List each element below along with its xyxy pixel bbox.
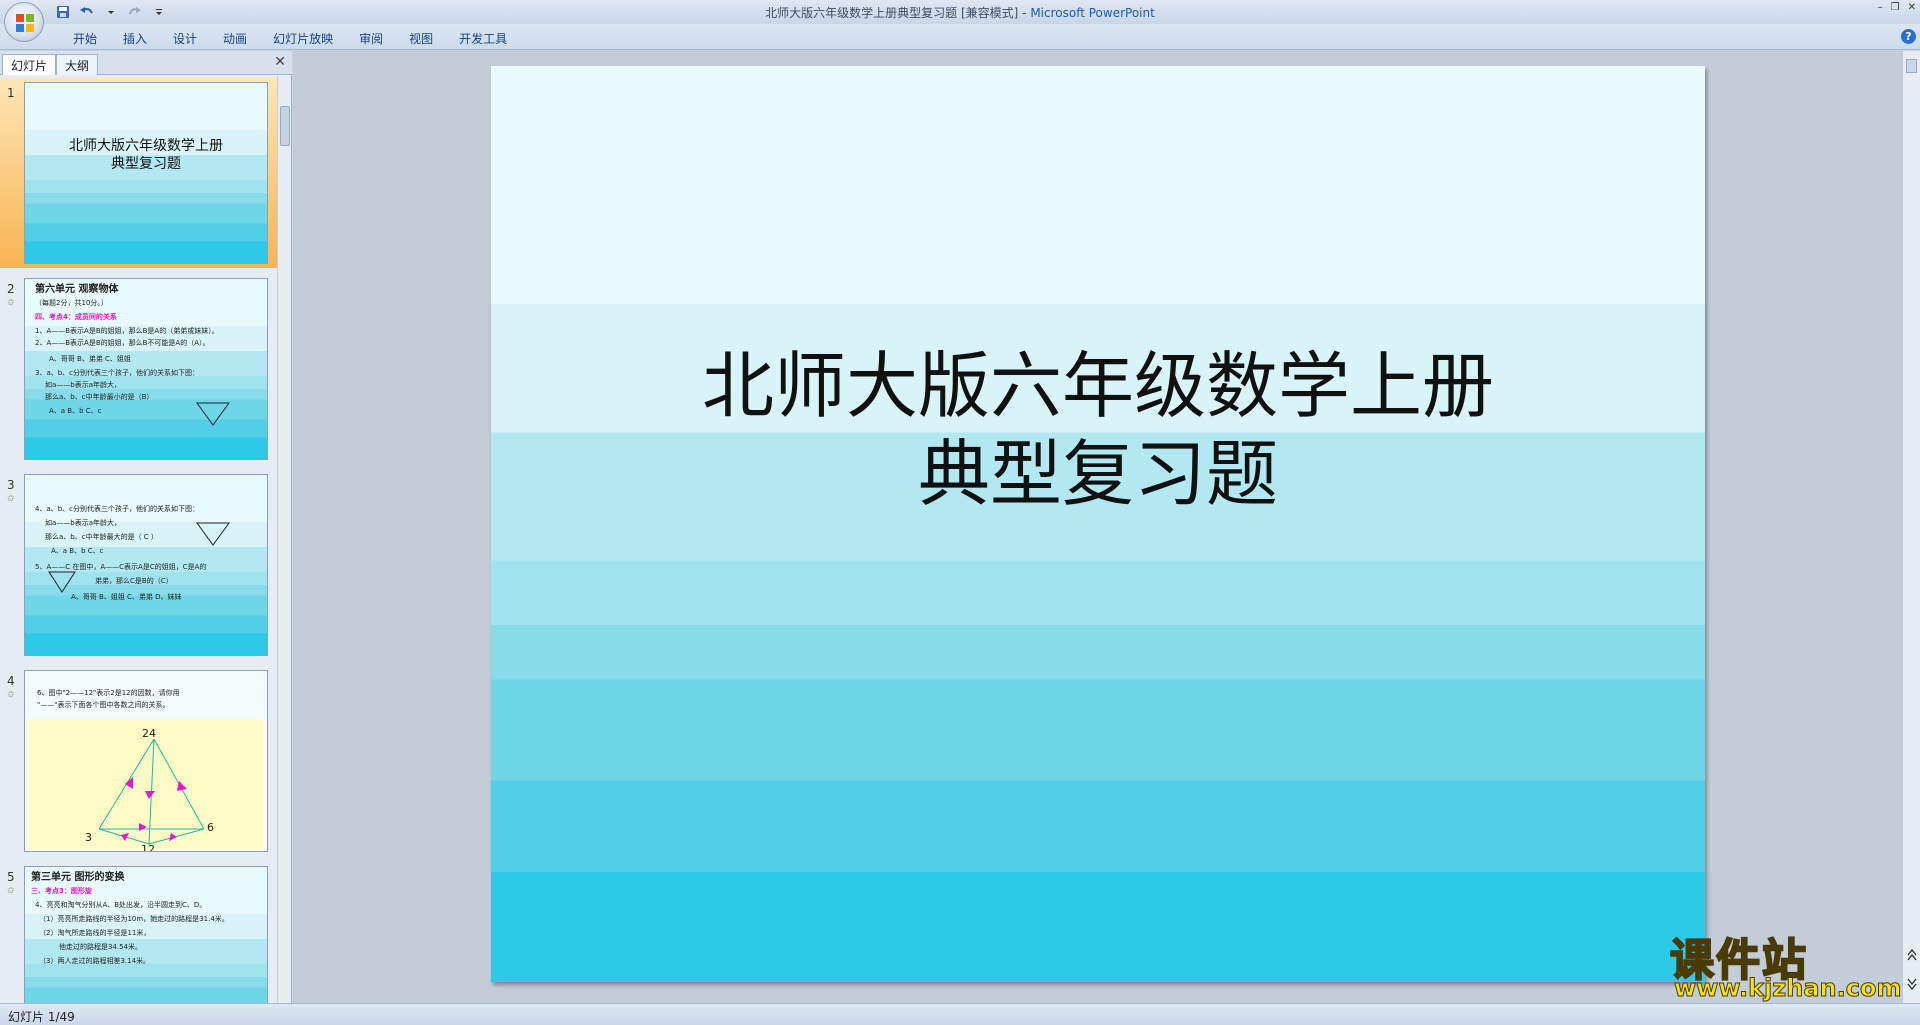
animation-star-icon: ✩ (7, 494, 15, 504)
title-bar: 北师大版六年级数学上册典型复习题 [兼容模式] - Microsoft Powe… (0, 0, 1920, 24)
thumb-text: （每题2分，共10分。） (35, 299, 108, 307)
pane-tab-strip: 幻灯片 大纲 ✕ (0, 51, 292, 75)
tab-view[interactable]: 视图 (396, 30, 446, 47)
slide-thumbnail-image: 北师大版六年级数学上册 典型复习题 (24, 82, 268, 264)
previous-slide-icon[interactable] (1906, 947, 1918, 975)
slide-counter: 幻灯片 1/49 (8, 1010, 75, 1024)
thumb-text: "——"表示下面各个图中各数之间的关系。 (37, 701, 170, 709)
scrollbar-thumb[interactable] (280, 106, 290, 146)
node-label: 3 (85, 831, 92, 844)
thumb-text: 3、a、b、c分别代表三个孩子，他们的关系如下图： (35, 369, 200, 377)
thumb-text: A、a B、b C、c (51, 547, 104, 555)
office-logo-icon (16, 14, 34, 32)
triangle-diagram (196, 402, 230, 426)
node-label: 24 (142, 727, 156, 740)
slide-background (25, 83, 267, 263)
thumb-text: 4、a、b、c分别代表三个孩子，他们的关系如下图： (35, 505, 200, 513)
slides-pane: 幻灯片 大纲 ✕ 1 北师大版六年级数学上册 典型复习题 2 ✩ 第六单元 观察… (0, 51, 292, 1003)
slide-number: 4 (7, 674, 15, 688)
help-icon[interactable]: ? (1901, 29, 1916, 44)
triangle-diagram (196, 522, 230, 546)
tab-developer[interactable]: 开发工具 (446, 30, 520, 47)
slide-number: 3 (7, 478, 15, 492)
slide-number: 2 (7, 282, 15, 296)
thumb-text: 第六单元 观察物体 (35, 284, 119, 295)
thumbnail-list: 1 北师大版六年级数学上册 典型复习题 2 ✩ 第六单元 观察物体 （每题2分，… (0, 76, 278, 1003)
tab-insert[interactable]: 插入 (110, 30, 160, 47)
watermark-logo: 课件站 www.kjzhan.com (1669, 924, 1902, 1003)
thumb-text: 6、图中"2——12"表示2是12的因数，请你用 (37, 689, 180, 697)
thumb-text: 四、考点4：成员间的关系 (35, 313, 117, 321)
thumb-text: A、a B、b C、c (49, 407, 102, 415)
tab-slides[interactable]: 幻灯片 (2, 54, 57, 75)
thumb-text: 三、考点3：图形旋 (31, 887, 92, 895)
thumbnail-title-line2: 典型复习题 (111, 156, 181, 172)
slide-background (491, 66, 1705, 982)
slide-thumbnail-4[interactable]: 4 ✩ 6、图中"2——12"表示2是12的因数，请你用 "——"表示下面各个图… (0, 666, 278, 856)
current-slide[interactable]: 北师大版六年级数学上册 典型复习题 (491, 66, 1705, 982)
document-title: 北师大版六年级数学上册典型复习题 [兼容模式] (765, 6, 1019, 20)
thumb-text: 如a——b表示a年龄大， (45, 381, 122, 389)
slide-title[interactable]: 北师大版六年级数学上册 典型复习题 (491, 342, 1705, 518)
slide-thumbnail-image: 第六单元 观察物体 （每题2分，共10分。） 四、考点4：成员间的关系 1、A—… (24, 278, 268, 460)
pane-close-icon[interactable]: ✕ (274, 54, 286, 70)
thumb-text: 1、A——B表示A是B的姐姐，那么B是A的（弟弟或妹妹）。 (35, 327, 219, 335)
slide-thumbnail-image: 第三单元 图形的变换 三、考点3：图形旋 4、亮亮和淘气分别从A、B处出发，沿半… (24, 866, 268, 1003)
slide-thumbnail-1[interactable]: 1 北师大版六年级数学上册 典型复习题 (0, 78, 278, 268)
slide-thumbnail-image: 4、a、b、c分别代表三个孩子，他们的关系如下图： 如a——b表示a年龄大， 那… (24, 474, 268, 656)
tab-slide-show[interactable]: 幻灯片放映 (260, 30, 346, 47)
slide-editing-area: 北师大版六年级数学上册 典型复习题 (293, 51, 1902, 1003)
tab-review[interactable]: 审阅 (346, 30, 396, 47)
slide-number: 1 (7, 86, 15, 100)
thumb-text: A、哥哥 B、弟弟 C、姐姐 (49, 355, 131, 363)
thumb-text: 2、A——B表示A是B的姐姐，那么B不可能是A的（A）。 (35, 339, 210, 347)
tab-design[interactable]: 设计 (160, 30, 210, 47)
thumb-text: 弟弟，那么C是B的（C） (95, 577, 173, 585)
animation-star-icon: ✩ (7, 690, 15, 700)
slide-thumbnail-2[interactable]: 2 ✩ 第六单元 观察物体 （每题2分，共10分。） 四、考点4：成员间的关系 … (0, 274, 278, 464)
office-button[interactable] (4, 2, 44, 42)
main-scrollbar[interactable] (1902, 51, 1920, 1003)
next-slide-icon[interactable] (1906, 975, 1918, 999)
window-controls: – ❐ ✕ (1878, 2, 1916, 13)
ribbon-tabs: 开始 插入 设计 动画 幻灯片放映 审阅 视图 开发工具 (60, 30, 520, 47)
ribbon-tab-bar: 开始 插入 设计 动画 幻灯片放映 审阅 视图 开发工具 ? (0, 24, 1920, 50)
triangle-diagram (48, 571, 76, 593)
slide-number: 5 (7, 870, 15, 884)
thumb-text: 他走过的路程是34.54米。 (59, 943, 143, 951)
minimize-button[interactable]: – (1878, 2, 1883, 13)
thumb-text: （3）两人走过的路程相差3.14米。 (39, 957, 151, 965)
restore-button[interactable]: ❐ (1891, 2, 1900, 13)
slide-thumbnail-3[interactable]: 3 ✩ 4、a、b、c分别代表三个孩子，他们的关系如下图： 如a——b表示a年龄… (0, 470, 278, 660)
slide-thumbnail-5[interactable]: 5 ✩ 第三单元 图形的变换 三、考点3：图形旋 4、亮亮和淘气分别从A、B处出… (0, 862, 278, 1003)
animation-star-icon: ✩ (7, 298, 15, 308)
slide-title-line1: 北师大版六年级数学上册 (701, 344, 1494, 428)
window-title: 北师大版六年级数学上册典型复习题 [兼容模式] - Microsoft Powe… (0, 4, 1920, 21)
tab-outline[interactable]: 大纲 (56, 54, 99, 75)
animation-star-icon: ✩ (7, 886, 15, 896)
thumb-text: 那么a、b、c中年龄最大的是（ C ） (45, 533, 158, 541)
tab-home[interactable]: 开始 (60, 30, 110, 47)
thumbnail-title: 北师大版六年级数学上册 典型复习题 (25, 137, 267, 173)
thumb-text: （1）亮亮所走路线的半径为10m，她走过的路程是31.4米。 (39, 915, 229, 923)
slide-title-line2: 典型复习题 (917, 432, 1278, 516)
thumb-text: 如a——b表示a年龄大， (45, 519, 122, 527)
application-name: Microsoft PowerPoint (1030, 6, 1155, 20)
watermark-url: www.kjzhan.com (1673, 974, 1902, 1003)
thumb-text: 第三单元 图形的变换 (31, 872, 125, 883)
thumb-text: 4、亮亮和淘气分别从A、B处出发，沿半圆走到C、D。 (35, 901, 207, 909)
close-button[interactable]: ✕ (1908, 2, 1916, 13)
tab-animations[interactable]: 动画 (210, 30, 260, 47)
status-bar: 幻灯片 1/49 (0, 1003, 1920, 1025)
thumbnail-scrollbar[interactable] (277, 76, 291, 1003)
thumb-text: 那么a、b、c中年龄最小的是（B） (45, 393, 154, 401)
thumb-text: （2）淘气所走路线的半径是11米， (39, 929, 151, 937)
scrollbar-thumb[interactable] (1906, 59, 1917, 73)
thumbnail-title-line1: 北师大版六年级数学上册 (69, 138, 223, 154)
thumb-text: A、哥哥 B、姐姐 C、弟弟 D、妹妹 (71, 593, 182, 601)
node-label: 6 (207, 821, 214, 834)
title-separator: - (1018, 6, 1031, 20)
slide-thumbnail-image: 6、图中"2——12"表示2是12的因数，请你用 "——"表示下面各个图中各数之… (24, 670, 268, 852)
node-label: 12 (141, 843, 155, 852)
